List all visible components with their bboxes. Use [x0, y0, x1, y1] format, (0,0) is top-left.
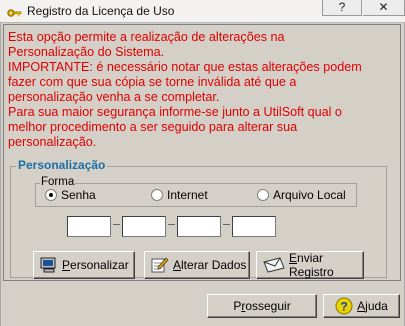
radio-senha[interactable] — [45, 189, 57, 201]
help-title-button[interactable]: ? — [322, 0, 362, 16]
personalizacao-title: Personalização — [16, 158, 108, 172]
personalizar-accel: P — [62, 258, 71, 272]
notice-line: melhor procedimento a ser seguido para a… — [8, 120, 298, 134]
close-button[interactable]: ✕ — [363, 0, 405, 16]
notice-line: personalização. — [8, 135, 97, 149]
notice-line: Personalização do Sistema. — [8, 45, 165, 59]
notice-line: fazer com que sua cópia se torne inválid… — [8, 75, 297, 89]
code-field-2[interactable] — [122, 216, 166, 237]
field-separator — [168, 224, 175, 225]
radio-internet-label[interactable]: Internet — [167, 188, 208, 202]
svg-text:?: ? — [340, 300, 347, 314]
notice-line: personalização venha a se completar. — [8, 90, 220, 104]
enviar-registro-button[interactable]: Enviar Registro — [256, 251, 364, 279]
prosseguir-button[interactable]: Prosseguir — [207, 294, 317, 318]
radio-arquivo-local[interactable] — [257, 189, 269, 201]
field-separator — [113, 224, 120, 225]
ajuda-accel: A — [357, 299, 366, 313]
radio-internet[interactable] — [151, 189, 163, 201]
code-field-3[interactable] — [177, 216, 221, 237]
code-field-1[interactable] — [67, 216, 111, 237]
pencil-icon — [151, 257, 169, 273]
ajuda-button[interactable]: ? Ajuda — [323, 294, 400, 318]
forma-title: Forma — [40, 176, 76, 188]
personalizar-button[interactable]: Personalizar — [33, 251, 135, 279]
notice-line: Para sua maior segurança informe-se junt… — [8, 105, 342, 119]
code-field-4[interactable] — [232, 216, 276, 237]
enviar-accel: E — [289, 251, 298, 265]
alterar-accel: A — [173, 258, 182, 272]
title-bar: Registro da Licença de Uso ? ✕ — [0, 0, 405, 23]
envelope-icon — [263, 257, 285, 273]
radio-senha-label[interactable]: Senha — [61, 188, 96, 202]
notice-text: Esta opção permite a realização de alter… — [8, 30, 398, 150]
alterar-label: lterar Dados — [181, 258, 247, 272]
ajuda-label: juda — [365, 299, 388, 313]
computer-icon — [40, 257, 56, 273]
notice-line: IMPORTANTE: é necessário notar que estas… — [8, 60, 362, 74]
key-icon — [7, 9, 22, 17]
personalizar-label: ersonalizar — [70, 258, 129, 272]
alterar-dados-button[interactable]: Alterar Dados — [144, 251, 250, 279]
notice-line: Esta opção permite a realização de alter… — [8, 30, 285, 44]
radio-arquivo-local-label[interactable]: Arquivo Local — [273, 188, 346, 202]
window-title: Registro da Licença de Uso — [27, 4, 175, 18]
prosseguir-label: osseguir — [245, 299, 291, 313]
help-icon: ? — [335, 297, 353, 315]
field-separator — [223, 224, 230, 225]
